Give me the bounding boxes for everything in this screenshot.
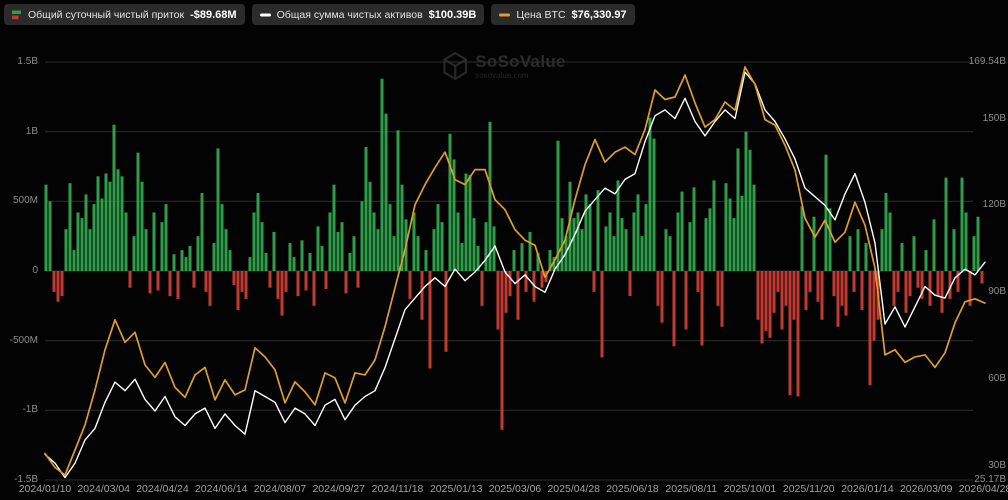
white-line-key-icon [260,10,271,20]
x-axis-date-label: 2025/03/06 [489,483,542,495]
x-axis-date-label: 2024/04/24 [136,483,189,495]
right-axis-label: 120B [962,199,1006,210]
x-axis: 2024/01/10 2024/03/04 2024/04/24 2024/06/14… [0,483,1008,499]
left-axis-label: 500M [0,195,38,206]
btc-etf-flow-chart-page: Общий суточный чистый приток -$89.68M Об… [0,0,1008,500]
right-axis-label: 169.54B [962,56,1006,67]
legend-btc-price-value: $76,330.97 [572,9,627,21]
x-axis-date-label: 2024/06/14 [195,483,248,495]
x-axis-date-label: 2024/03/04 [77,483,130,495]
legend-total-net-assets-value: $100.39B [429,9,477,21]
x-axis-date-label: 2025/04/28 [547,483,600,495]
legend-btc-price-label: Цена BTC [516,9,565,21]
right-axis-label: 90B [962,286,1006,297]
left-axis: 1.5B1B500M0-500M-1B-1.5B [0,0,38,500]
right-axis: 169.54B150B120B90B60B30B25.17B [962,0,1006,500]
legend-daily-net-inflow-label: Общий суточный чистый приток [28,9,184,21]
legend-total-net-assets[interactable]: Общая сумма чистых активов $100.39B [252,4,485,25]
left-axis-label: 0 [0,265,38,276]
x-axis-date-label: 2025/11/20 [783,483,835,495]
left-axis-label: 1.5B [0,56,38,67]
left-axis-label: 1B [0,126,38,137]
x-axis-date-label: 2026/03/09 [900,483,953,495]
legend: Общий суточный чистый приток -$89.68M Об… [4,4,635,25]
flows-chart-canvas[interactable] [0,0,1008,500]
x-axis-date-label: 2024/08/07 [254,483,307,495]
x-axis-date-label: 2024/01/10 [19,483,72,495]
x-axis-date-label: 2025/01/13 [430,483,483,495]
left-axis-label: -500M [0,335,38,346]
orange-line-key-icon [499,10,510,20]
right-axis-label: 30B [962,460,1006,471]
legend-daily-net-inflow[interactable]: Общий суточный чистый приток -$89.68M [4,4,245,25]
legend-daily-net-inflow-value: -$89.68M [190,9,236,21]
x-axis-date-label: 2024/09/27 [312,483,365,495]
x-axis-date-label: 2026/04/28 [959,483,1008,495]
right-axis-label: 60B [962,373,1006,384]
legend-btc-price[interactable]: Цена BTC $76,330.97 [491,4,634,25]
x-axis-date-label: 2025/06/18 [606,483,659,495]
x-axis-date-label: 2024/11/18 [372,483,424,495]
right-axis-label: 150B [962,113,1006,124]
x-axis-date-label: 2025/08/11 [665,483,717,495]
x-axis-date-label: 2026/01/14 [841,483,894,495]
left-axis-label: -1B [0,404,38,415]
bar-series-key-icon [12,10,22,20]
legend-total-net-assets-label: Общая сумма чистых активов [277,9,423,21]
x-axis-date-label: 2025/10/01 [724,483,777,495]
